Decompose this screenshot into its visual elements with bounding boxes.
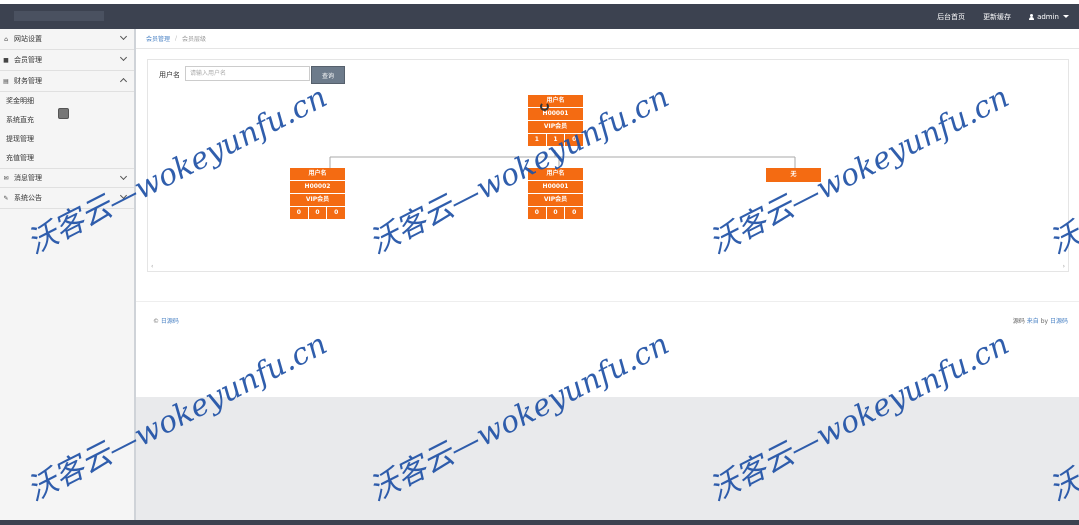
node-counts: 0 0 0 [528,207,583,219]
copy-icon [58,108,69,119]
node-count: 0 [572,209,577,216]
scroll-left-icon[interactable]: ‹ [151,263,153,270]
sidebar-item-label: 系统公告 [14,194,42,202]
refresh-icon [540,102,549,111]
sidebar: ⌂ 网站设置 ■ 会员管理 ▤ 财务管理 奖金明细 系统直充 提现管理 充值管理… [0,29,136,525]
envelope-icon: ✉ [3,174,9,182]
main-content: 会员管理 / 会员层级 用户名 查询 用户名 H00001 VIP会员 1 1 … [136,29,1079,397]
footer: © 日源码 源码 来自 by 日源码 [136,301,1079,362]
caret-down-icon [1063,15,1069,18]
sidebar-item-label: 网站设置 [14,35,42,43]
horizontal-scrollbar[interactable]: ‹ › [148,263,1068,271]
user-icon: ■ [3,56,9,64]
tree-node-root[interactable]: 用户名 H00001 VIP会员 1 1 0 [528,95,583,147]
sidebar-subitem-withdraw[interactable]: 提现管理 [0,130,134,149]
tree-node-empty: 无 [766,168,821,182]
footer-link-author[interactable]: 日源码 [1050,318,1068,325]
user-menu[interactable]: admin [1029,13,1069,21]
node-counts: 0 0 0 [290,207,345,219]
sidebar-item-messages[interactable]: ✉ 消息管理 [0,168,134,188]
chevron-down-icon [119,32,128,41]
edit-icon: ✎ [3,194,9,202]
tree-node-child[interactable]: 用户名 H00002 VIP会员 0 0 0 [290,168,345,219]
node-count: 0 [309,207,328,219]
node-level: VIP会员 [290,194,345,207]
node-level: VIP会员 [528,194,583,207]
node-count: 0 [334,209,339,216]
list-icon: ▤ [3,77,9,85]
node-user-id: H00001 [528,181,583,194]
chevron-down-icon [119,191,128,200]
home-icon: ⌂ [4,35,8,43]
node-level: VIP会员 [528,121,583,134]
sidebar-item-finance[interactable]: ▤ 财务管理 [0,71,134,92]
node-name-label: 用户名 [290,168,345,181]
node-count: 0 [572,136,577,143]
brand-logo [14,11,104,21]
breadcrumb-parent[interactable]: 会员管理 [146,34,170,43]
tree-node-child[interactable]: 用户名 H00001 VIP会员 0 0 0 [528,168,583,219]
nav-home-link[interactable]: 后台首页 [937,12,965,22]
credits-prefix: 源码 [1012,318,1027,325]
top-navbar: 后台首页 更新缓存 admin [0,4,1079,29]
footer-link-from[interactable]: 来自 [1027,318,1039,325]
footer-site-link[interactable]: 日源码 [161,318,179,325]
breadcrumb-current: 会员层级 [182,36,207,43]
node-count: 0 [528,207,547,219]
bottom-frame [0,520,1079,525]
chevron-down-icon [119,53,128,62]
chevron-up-icon [119,77,128,86]
sidebar-item-announcements[interactable]: ✎ 系统公告 [0,188,134,209]
chevron-down-icon [119,172,128,181]
footer-credits: 源码 来自 by 日源码 [1013,316,1068,325]
tree-connectors [329,150,796,168]
footer-copyright: © 日源码 [153,316,179,325]
node-count: 1 [547,134,566,146]
sidebar-item-label: 消息管理 [14,174,42,182]
sidebar-item-site-settings[interactable]: ⌂ 网站设置 [0,29,134,50]
node-count: 1 [528,134,547,146]
scroll-right-icon[interactable]: › [1063,263,1065,270]
sidebar-item-label: 会员管理 [14,56,42,64]
user-icon [1029,13,1035,20]
credits-by: by [1038,318,1050,325]
node-count: 0 [547,207,566,219]
copyright-symbol: © [153,318,161,325]
node-name-label: 用户名 [528,95,583,108]
breadcrumb-separator: / [175,35,178,42]
sidebar-item-label: 财务管理 [14,77,42,85]
sidebar-subitem-recharge[interactable]: 充值管理 [0,149,134,168]
node-name-label: 用户名 [528,168,583,181]
top-nav: 后台首页 更新缓存 admin [937,4,1069,29]
node-counts: 1 1 0 [528,134,583,147]
breadcrumb: 会员管理 / 会员层级 [136,29,1079,49]
node-user-id: H00001 [528,108,583,121]
node-count: 0 [290,207,309,219]
nav-clear-cache-link[interactable]: 更新缓存 [983,12,1011,22]
node-user-id: H00002 [290,181,345,194]
sidebar-item-members[interactable]: ■ 会员管理 [0,50,134,71]
tree-panel: 用户名 查询 用户名 H00001 VIP会员 1 1 0 用户名 H00002… [147,59,1069,272]
username: admin [1037,12,1059,21]
